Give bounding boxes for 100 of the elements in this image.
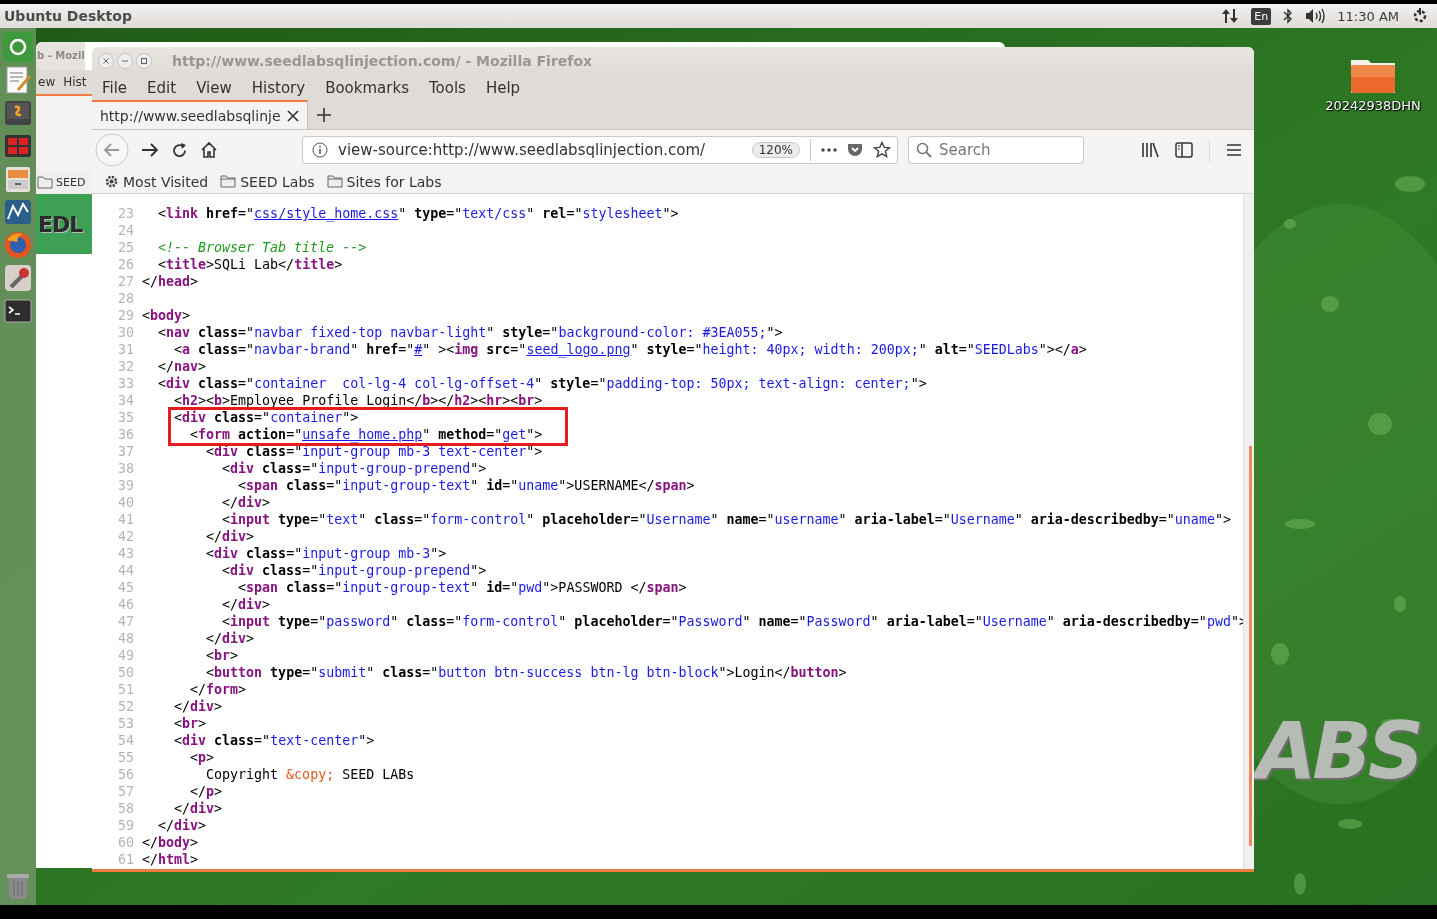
code-line: <div class="container col-lg-4 col-lg-offset-4" style="padding-top: 50px; text-align: center;">: [157, 375, 927, 392]
line-number: 39: [117, 477, 135, 494]
desktop-title: Ubuntu Desktop: [4, 8, 132, 24]
code-line: </nav>: [157, 358, 207, 375]
menu-item[interactable]: Tools: [428, 78, 466, 97]
text-editor-icon[interactable]: [3, 65, 33, 95]
bookmark-item[interactable]: SEED Labs: [220, 173, 315, 190]
code-line: <link href="css/style_home.css" type="text/css" rel="stylesheet">: [157, 205, 679, 222]
menu-item[interactable]: ew: [38, 75, 56, 89]
line-number: 60: [117, 834, 135, 851]
library-icon[interactable]: [1141, 142, 1159, 158]
folder-icon[interactable]: [37, 175, 53, 189]
line-number: 55: [117, 749, 135, 766]
close-icon[interactable]: [286, 109, 299, 122]
more-icon[interactable]: [821, 148, 837, 152]
menu-item[interactable]: Bookmarks: [325, 78, 409, 97]
line-number: 38: [117, 460, 135, 477]
wrench-icon[interactable]: [3, 263, 33, 293]
line-number: 49: [117, 647, 135, 664]
source-link[interactable]: css/style_home.css: [254, 206, 399, 221]
code-line: <input type="text" class="form-control" placeholder="Username" name="username" aria-label="Username" aria-describedby="uname">: [221, 511, 1231, 528]
home-icon[interactable]: [200, 141, 218, 159]
source-link[interactable]: #: [414, 342, 423, 357]
code-line: </p>: [189, 783, 223, 800]
menu-item[interactable]: Hist: [63, 75, 87, 89]
code-line: <a class="navbar-brand" href="#" ><img src="seed_logo.png" style="height: 40px; width: 200px;" alt="SEEDLabs"></a>: [173, 341, 1087, 358]
maximize-icon[interactable]: [136, 53, 152, 69]
file-cabinet-icon[interactable]: [3, 164, 33, 194]
browser-tab[interactable]: http://www.seedlabsqlinje: [92, 100, 308, 129]
settings-icon[interactable]: [1411, 7, 1429, 25]
menu-item[interactable]: Help: [485, 78, 521, 97]
code-line: <span class="input-group-text" id="uname">USERNAME</span>: [237, 477, 695, 494]
line-number: 59: [117, 817, 135, 834]
line-number: 61: [117, 851, 135, 868]
info-icon[interactable]: [312, 142, 328, 158]
line-number: 28: [117, 290, 135, 307]
code-line: <button type="submit" class="button btn-success btn-lg btn-block">Login</button>: [205, 664, 847, 681]
terminal-icon[interactable]: [3, 296, 33, 326]
editor-app-icon[interactable]: [3, 98, 33, 128]
forward-icon[interactable]: [141, 142, 159, 158]
line-number: 44: [117, 562, 135, 579]
line-number: 48: [117, 630, 135, 647]
tab-title[interactable]: http://www.seedlabsqlinje: [100, 107, 281, 124]
line-number: 40: [117, 494, 135, 511]
line-number: 57: [117, 783, 135, 800]
line-number: 37: [117, 443, 135, 460]
keyboard-layout-indicator[interactable]: En: [1251, 7, 1272, 25]
source-link[interactable]: unsafe_home.php: [302, 427, 423, 442]
code-line: <br>: [173, 715, 207, 732]
volume-icon[interactable]: [1305, 8, 1326, 24]
menu-item[interactable]: View: [196, 78, 232, 97]
menu-item[interactable]: Edit: [147, 78, 177, 97]
pocket-icon[interactable]: [847, 142, 863, 158]
menu-icon[interactable]: [1226, 143, 1242, 157]
line-number: 54: [117, 732, 135, 749]
menu-item[interactable]: History: [251, 78, 306, 97]
bluetooth-icon[interactable]: [1283, 8, 1294, 24]
line-number: 50: [117, 664, 135, 681]
source-link[interactable]: seed_logo.png: [526, 342, 631, 357]
zoom-level-button[interactable]: 120%: [751, 142, 800, 158]
clock[interactable]: 11:30 AM: [1337, 8, 1399, 24]
line-number: 32: [117, 358, 135, 375]
code-line: <span class="input-group-text" id="pwd">PASSWORD </span>: [237, 579, 687, 596]
folder-label[interactable]: 20242938DHN: [1325, 98, 1421, 113]
line-number: 23: [117, 205, 135, 222]
network-arrows-icon[interactable]: [1221, 8, 1240, 24]
bookmark-item[interactable]: Most Visited: [104, 173, 209, 190]
search-field[interactable]: Search: [908, 136, 1084, 164]
code-line: <!-- Browser Tab title -->: [157, 239, 367, 256]
scrollbar-thumb[interactable]: [1249, 446, 1252, 846]
code-line: <div class="input-group-prepend">: [221, 562, 487, 579]
browser-globe-icon[interactable]: [3, 230, 33, 260]
code-line: </div>: [221, 596, 271, 613]
menu-item[interactable]: File: [102, 78, 128, 97]
monitor-graph-icon[interactable]: [3, 197, 33, 227]
code-line: <p>: [189, 749, 215, 766]
bookmark-label[interactable]: SEED: [56, 175, 86, 189]
logo-text: EDL: [38, 211, 83, 237]
bookmark-item[interactable]: Sites for Labs: [326, 173, 442, 190]
code-line: </div>: [221, 494, 271, 511]
window-title: b - Mozil: [36, 42, 85, 70]
line-number: 45: [117, 579, 135, 596]
url-text[interactable]: view-source:http://www.seedlabsqlinjection.com/: [338, 141, 742, 159]
reload-icon[interactable]: [171, 141, 188, 159]
line-number: 47: [117, 613, 135, 630]
gear-icon: [104, 174, 119, 189]
sidebar-icon[interactable]: [1175, 142, 1193, 158]
address-bar[interactable]: view-source:http://www.seedlabsqlinjection.com/ 120%: [302, 136, 898, 164]
back-icon[interactable]: [95, 133, 129, 167]
code-line: <br>: [205, 647, 239, 664]
star-icon[interactable]: [873, 141, 891, 159]
line-number: 33: [117, 375, 135, 392]
line-number: 35: [117, 409, 135, 426]
dash-icon[interactable]: [3, 32, 33, 62]
code-line: <div class="container">: [173, 409, 359, 426]
line-number: 58: [117, 800, 135, 817]
line-number: 27: [117, 273, 135, 290]
code-line: </div>: [157, 817, 207, 834]
code-line: <div class="input-group-prepend">: [221, 460, 487, 477]
scrollbar[interactable]: [1243, 194, 1254, 869]
